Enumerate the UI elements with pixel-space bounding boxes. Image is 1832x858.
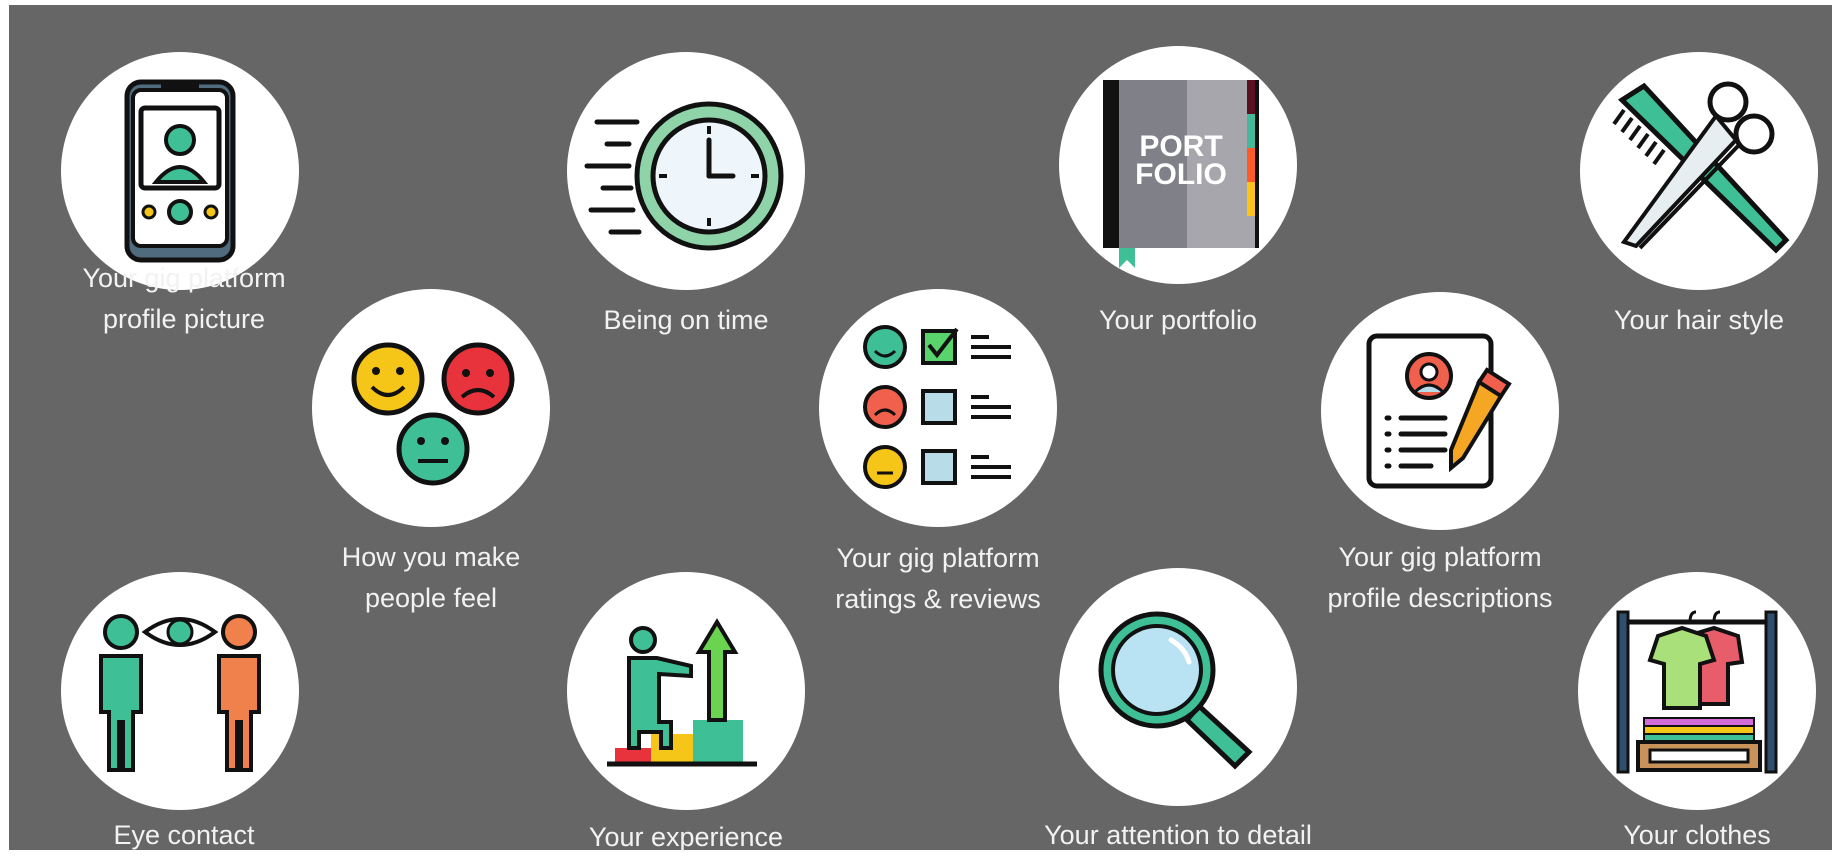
comb-scissors-icon <box>1580 52 1818 290</box>
label-descriptions: Your gig platform profile descriptions <box>1280 537 1600 619</box>
label-experience: Your experience <box>526 817 846 858</box>
label-line: Your hair style <box>1613 305 1785 335</box>
label-portfolio: Your portfolio <box>1018 300 1338 341</box>
label-line: ratings & reviews <box>835 584 1041 614</box>
portfolio-book-icon: PORT FOLIO <box>1059 46 1297 284</box>
label-line: Your portfolio <box>1098 305 1258 335</box>
label-ratings: Your gig platform ratings & reviews <box>778 538 1098 620</box>
label-profile-picture: Your gig platform profile picture <box>24 258 344 340</box>
label-hair-style: Your hair style <box>1539 300 1832 341</box>
smartphone-profile-icon <box>61 52 299 290</box>
profile-document-pencil-icon <box>1321 292 1559 530</box>
portfolio-text: FOLIO <box>1135 158 1227 191</box>
label-line: profile descriptions <box>1327 583 1553 613</box>
clothes-rack-icon <box>1578 572 1816 810</box>
label-on-time: Being on time <box>526 300 846 341</box>
label-line: How you make <box>341 542 521 572</box>
fast-clock-icon <box>567 52 805 290</box>
label-line: people feel <box>364 583 498 613</box>
label-line: Your gig platform <box>82 263 286 293</box>
eye-contact-icon <box>61 572 299 810</box>
label-line: profile picture <box>102 304 266 334</box>
emotion-faces-icon <box>312 289 550 527</box>
label-feelings: How you make people feel <box>271 537 591 619</box>
label-line: Your gig platform <box>836 543 1040 573</box>
career-steps-icon <box>567 572 805 810</box>
label-line: Your experience <box>588 822 784 852</box>
label-line: Your gig platform <box>1338 542 1542 572</box>
infographic-board: Your gig platform profile picture How yo… <box>9 5 1832 852</box>
magnifying-glass-icon <box>1059 568 1297 806</box>
label-line: Being on time <box>603 305 769 335</box>
